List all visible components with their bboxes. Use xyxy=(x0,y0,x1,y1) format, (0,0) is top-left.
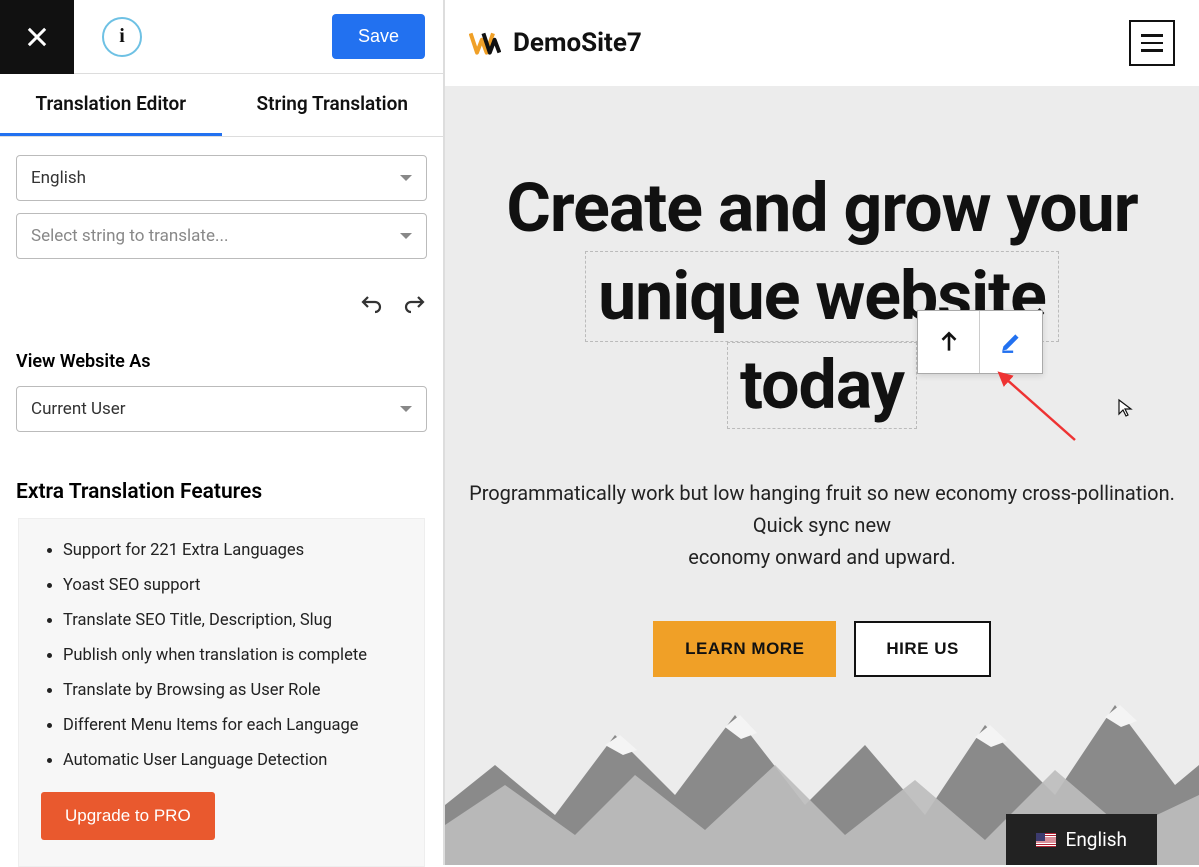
list-item: Different Menu Items for each Language xyxy=(63,716,402,735)
string-select-placeholder: Select string to translate... xyxy=(31,226,228,246)
chevron-down-icon xyxy=(400,233,412,239)
hero-heading[interactable]: Create and grow your unique website toda… xyxy=(445,86,1199,429)
language-switcher[interactable]: English xyxy=(1006,814,1157,865)
us-flag-icon xyxy=(1036,833,1056,847)
extra-features-list: Support for 221 Extra Languages Yoast SE… xyxy=(41,541,402,770)
view-as-value: Current User xyxy=(31,399,126,419)
view-as-label: View Website As xyxy=(0,333,443,386)
info-icon[interactable]: i xyxy=(102,17,142,57)
undo-icon[interactable] xyxy=(359,293,383,317)
chevron-down-icon xyxy=(400,175,412,181)
list-item: Support for 221 Extra Languages xyxy=(63,541,402,560)
list-item: Automatic User Language Detection xyxy=(63,751,402,770)
extra-features-title: Extra Translation Features xyxy=(0,462,443,518)
edit-pencil-button[interactable] xyxy=(980,311,1042,373)
merge-parent-button[interactable] xyxy=(918,311,980,373)
site-logo xyxy=(469,27,501,59)
language-select[interactable]: English xyxy=(16,155,427,201)
tab-translation-editor[interactable]: Translation Editor xyxy=(0,74,222,136)
save-button[interactable]: Save xyxy=(332,14,425,59)
string-select[interactable]: Select string to translate... xyxy=(16,213,427,259)
upgrade-pro-button[interactable]: Upgrade to PRO xyxy=(41,792,215,840)
inline-edit-toolbar xyxy=(917,310,1043,374)
language-select-value: English xyxy=(31,168,86,188)
extra-features-box: Support for 221 Extra Languages Yoast SE… xyxy=(18,518,425,867)
site-title: DemoSite7 xyxy=(513,28,642,58)
hamburger-icon xyxy=(1141,34,1163,37)
preview-pane: DemoSite7 Create and grow your unique we… xyxy=(445,0,1199,865)
redo-icon[interactable] xyxy=(403,293,427,317)
chevron-down-icon xyxy=(400,406,412,412)
list-item: Translate SEO Title, Description, Slug xyxy=(63,611,402,630)
menu-button[interactable] xyxy=(1129,20,1175,66)
view-as-select[interactable]: Current User xyxy=(16,386,427,432)
list-item: Yoast SEO support xyxy=(63,576,402,595)
hero-subtitle: Programmatically work but low hanging fr… xyxy=(445,477,1199,573)
list-item: Translate by Browsing as User Role xyxy=(63,681,402,700)
list-item: Publish only when translation is complet… xyxy=(63,646,402,665)
close-button[interactable] xyxy=(0,0,74,74)
tab-string-translation[interactable]: String Translation xyxy=(222,74,444,136)
